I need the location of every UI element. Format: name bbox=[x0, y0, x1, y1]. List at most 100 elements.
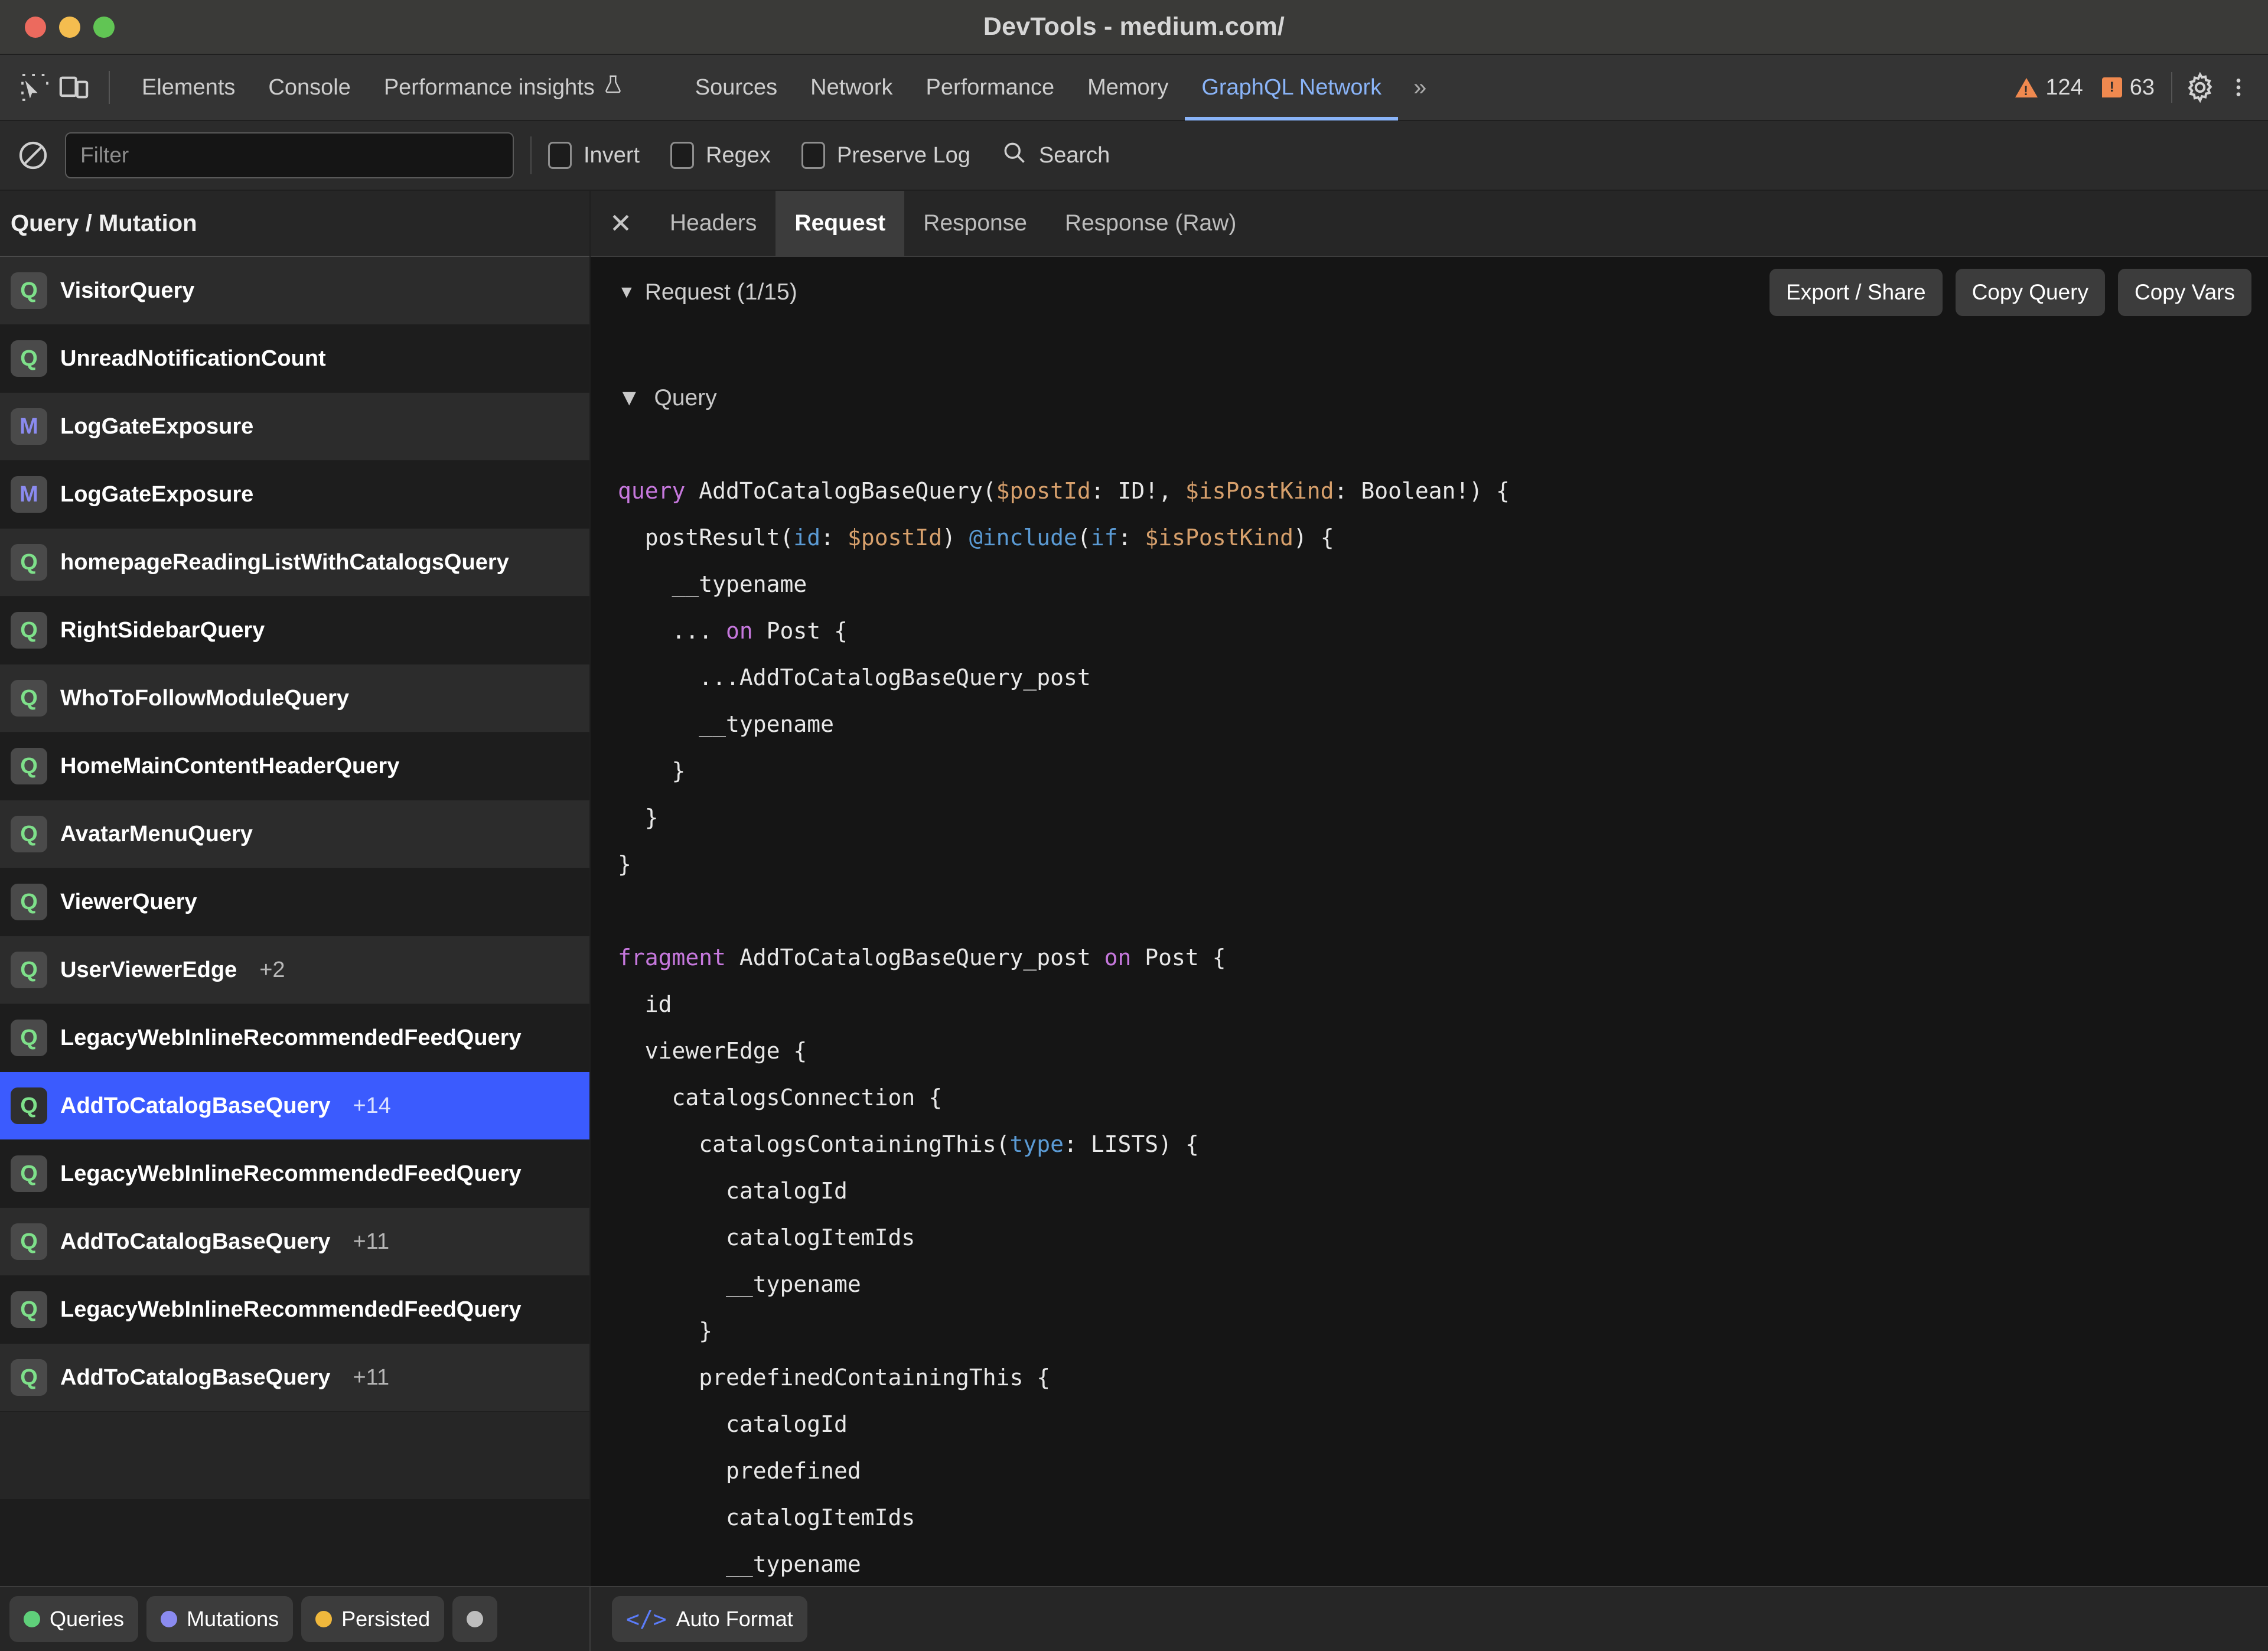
query-badge-icon: Q bbox=[11, 1223, 47, 1260]
request-list-item[interactable]: QAvatarMenuQuery bbox=[0, 800, 589, 868]
request-list-item-label: VisitorQuery bbox=[60, 278, 194, 304]
query-badge-icon: Q bbox=[11, 272, 47, 309]
tab-label: Memory bbox=[1087, 75, 1168, 100]
copy-vars-button[interactable]: Copy Vars bbox=[2118, 269, 2251, 316]
request-list[interactable]: QVisitorQueryQUnreadNotificationCountMLo… bbox=[0, 257, 589, 1499]
tab-label: Sources bbox=[695, 75, 777, 100]
request-list-item[interactable]: QUnreadNotificationCount bbox=[0, 325, 589, 393]
legend-chip-label: Queries bbox=[50, 1607, 124, 1632]
request-list-item[interactable]: QLegacyWebInlineRecommendedFeedQuery bbox=[0, 1276, 589, 1344]
request-list-item-label: RightSidebarQuery bbox=[60, 618, 265, 643]
graphql-source: query AddToCatalogBaseQuery($postId: ID!… bbox=[618, 478, 1510, 1586]
request-list-item[interactable]: QAddToCatalogBaseQuery+11 bbox=[0, 1208, 589, 1276]
invert-checkbox[interactable]: Invert bbox=[548, 142, 640, 169]
query-badge-icon: Q bbox=[11, 1155, 47, 1192]
sidebar-empty-area bbox=[0, 1499, 589, 1587]
warning-counter[interactable]: 124 bbox=[2010, 75, 2087, 100]
request-list-item-label: AddToCatalogBaseQuery bbox=[60, 1365, 330, 1391]
regex-checkbox[interactable]: Regex bbox=[670, 142, 771, 169]
query-badge-icon: Q bbox=[11, 748, 47, 784]
search-button[interactable]: Search bbox=[1001, 139, 1110, 171]
request-section-label: Request (1/15) bbox=[645, 279, 797, 305]
clear-log-icon[interactable] bbox=[17, 139, 50, 172]
error-count: 63 bbox=[2130, 75, 2155, 100]
query-code-viewer[interactable]: ▼ Query query AddToCatalogBaseQuery($pos… bbox=[591, 328, 2268, 1586]
more-tabs-icon[interactable]: » bbox=[1398, 74, 1442, 101]
tab-response-raw[interactable]: Response (Raw) bbox=[1046, 191, 1255, 256]
tab-label: Request bbox=[794, 210, 885, 236]
copy-query-button[interactable]: Copy Query bbox=[1956, 269, 2105, 316]
request-list-item[interactable]: MLogGateExposure bbox=[0, 393, 589, 461]
preserve-log-checkbox[interactable]: Preserve Log bbox=[801, 142, 970, 169]
toolbar-divider bbox=[109, 71, 110, 104]
tab-performance[interactable]: Performance bbox=[910, 54, 1071, 121]
tab-console[interactable]: Console bbox=[252, 54, 367, 121]
error-badge-icon: ! bbox=[2102, 77, 2122, 97]
legend-chip[interactable] bbox=[452, 1596, 497, 1642]
auto-format-button[interactable]: </> Auto Format bbox=[612, 1596, 807, 1642]
request-list-item[interactable]: MLogGateExposure bbox=[0, 461, 589, 529]
legend-chip[interactable]: Queries bbox=[9, 1596, 138, 1642]
request-list-item[interactable]: QHomeMainContentHeaderQuery bbox=[0, 732, 589, 800]
request-list-item[interactable]: QLegacyWebInlineRecommendedFeedQuery bbox=[0, 1140, 589, 1208]
tab-memory[interactable]: Memory bbox=[1071, 54, 1185, 121]
legend-dot-icon bbox=[24, 1611, 40, 1627]
more-options-icon[interactable] bbox=[2227, 71, 2250, 103]
tab-response[interactable]: Response bbox=[904, 191, 1046, 256]
filter-toolbar: Invert Regex Preserve Log Search bbox=[0, 121, 2268, 191]
request-list-item[interactable]: QhomepageReadingListWithCatalogsQuery bbox=[0, 529, 589, 597]
request-list-item[interactable]: QUserViewerEdge+2 bbox=[0, 936, 589, 1004]
tab-graphql-network[interactable]: GraphQL Network bbox=[1185, 54, 1398, 121]
query-subsection-label: Query bbox=[654, 385, 717, 411]
query-subsection-caret[interactable]: ▼ bbox=[618, 385, 641, 411]
request-list-item-label: LegacyWebInlineRecommendedFeedQuery bbox=[60, 1025, 522, 1051]
legend-chip[interactable]: Mutations bbox=[146, 1596, 293, 1642]
query-badge-icon: Q bbox=[11, 340, 47, 377]
request-list-item-label: LogGateExposure bbox=[60, 482, 253, 507]
query-badge-icon: Q bbox=[11, 1087, 47, 1124]
tab-sources[interactable]: Sources bbox=[679, 54, 794, 121]
checkbox-box bbox=[548, 142, 572, 169]
legend-chip-label: Mutations bbox=[187, 1607, 279, 1632]
query-badge-icon: Q bbox=[11, 544, 47, 581]
filter-input[interactable] bbox=[65, 132, 514, 178]
tab-label: Elements bbox=[142, 75, 235, 100]
request-list-item[interactable]: QWhoToFollowModuleQuery bbox=[0, 665, 589, 732]
request-list-item[interactable]: QViewerQuery bbox=[0, 868, 589, 936]
request-list-item[interactable]: QAddToCatalogBaseQuery+14 bbox=[0, 1072, 589, 1140]
query-badge-icon: Q bbox=[11, 952, 47, 988]
legend-chip[interactable]: Persisted bbox=[301, 1596, 444, 1642]
mutation-badge-icon: M bbox=[11, 408, 47, 445]
error-counter[interactable]: ! 63 bbox=[2097, 75, 2159, 100]
gear-icon[interactable] bbox=[2184, 71, 2216, 103]
request-section-header: ▼ Request (1/15) Export / Share Copy Que… bbox=[591, 257, 2268, 328]
request-list-item[interactable]: QRightSidebarQuery bbox=[0, 597, 589, 665]
request-list-item[interactable]: QLegacyWebInlineRecommendedFeedQuery bbox=[0, 1004, 589, 1072]
legend-chip-label: Persisted bbox=[341, 1607, 430, 1632]
auto-format-label: Auto Format bbox=[676, 1607, 793, 1632]
request-list-item-label: AddToCatalogBaseQuery bbox=[60, 1229, 330, 1255]
request-list-item[interactable]: Q VisitorQuery bbox=[0, 257, 589, 325]
request-list-item-label: AvatarMenuQuery bbox=[60, 822, 253, 847]
tab-label: Response (Raw) bbox=[1065, 210, 1236, 236]
flask-icon bbox=[603, 73, 623, 102]
inspect-element-icon[interactable] bbox=[15, 68, 54, 107]
tab-headers[interactable]: Headers bbox=[651, 191, 775, 256]
tab-request[interactable]: Request bbox=[775, 191, 904, 256]
tab-label: Performance bbox=[926, 75, 1055, 100]
export-share-button[interactable]: Export / Share bbox=[1770, 269, 1943, 316]
tab-label: Performance insights bbox=[384, 75, 595, 100]
tab-network[interactable]: Network bbox=[794, 54, 909, 121]
search-label: Search bbox=[1039, 143, 1110, 168]
detail-tab-bar: ✕ Headers Request Response Response (Raw… bbox=[591, 191, 2268, 257]
device-toolbar-icon[interactable] bbox=[54, 68, 93, 107]
close-icon[interactable]: ✕ bbox=[591, 191, 651, 256]
search-icon bbox=[1001, 139, 1027, 171]
tab-performance-insights[interactable]: Performance insights bbox=[367, 54, 640, 121]
query-badge-icon: Q bbox=[11, 884, 47, 920]
detail-panel: ✕ Headers Request Response Response (Raw… bbox=[591, 191, 2268, 1586]
collapse-triangle-icon[interactable]: ▼ bbox=[618, 282, 636, 302]
request-list-item[interactable]: QAddToCatalogBaseQuery+11 bbox=[0, 1344, 589, 1412]
tab-elements[interactable]: Elements bbox=[125, 54, 252, 121]
tab-label: Response bbox=[923, 210, 1027, 236]
